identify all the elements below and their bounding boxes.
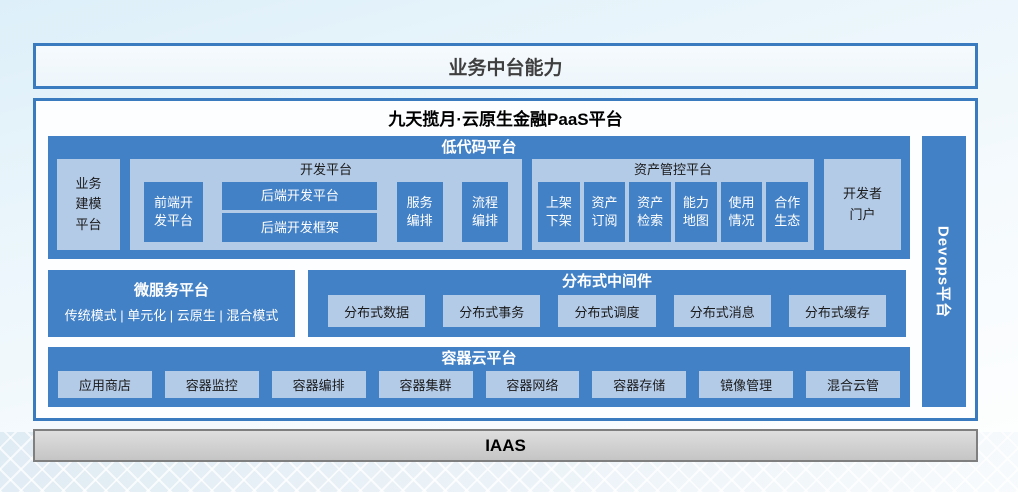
asset-control-panel: 资产管控平台 上架 下架 资产 订阅 资产 检索 能力 地图 使用 情况 合作 … [532,159,814,250]
container-chip-storage: 容器存储 [592,371,686,398]
middleware-row: 分布式数据 分布式事务 分布式调度 分布式消息 分布式缓存 [328,295,886,327]
iaas-label: IAAS [485,436,526,456]
section-microservice-platform: 微服务平台 传统模式 | 单元化 | 云原生 | 混合模式 [48,270,295,337]
middleware-chip-cache: 分布式缓存 [789,295,886,327]
dev-platform-panel: 开发平台 前端开 发平台 后端开发平台 后端开发框架 服务 编排 流程 编排 [130,159,522,250]
lowcode-platform-title: 低代码平台 [48,136,910,157]
section-lowcode-platform: 低代码平台 业务 建模 平台 开发平台 前端开 发平台 后端开发平台 后端开发框… [48,136,910,259]
banner-label: 业务中台能力 [448,53,562,80]
page: 业务中台能力 九天揽月·云原生金融PaaS平台 低代码平台 业务 建模 平台 开… [0,0,1018,492]
asset-cell-subscribe: 资产 订阅 [584,182,626,242]
dev-platform-row: 前端开 发平台 后端开发平台 后端开发框架 服务 编排 流程 编排 [144,182,508,242]
developer-portal-cell: 开发者 门户 [824,159,901,250]
asset-control-row: 上架 下架 资产 订阅 资产 检索 能力 地图 使用 情况 合作 生态 [538,182,808,242]
asset-cell-capability-map: 能力 地图 [675,182,717,242]
frontend-dev-platform-cell: 前端开 发平台 [144,182,203,242]
container-chip-image-mgmt: 镜像管理 [699,371,793,398]
container-cloud-row: 应用商店 容器监控 容器编排 容器集群 容器网络 容器存储 镜像管理 混合云管 [58,371,900,398]
container-cloud-title: 容器云平台 [48,347,910,368]
container-chip-cluster: 容器集群 [379,371,473,398]
asset-control-title: 资产管控平台 [532,159,814,178]
container-chip-app-store: 应用商店 [58,371,152,398]
middleware-chip-data: 分布式数据 [328,295,425,327]
platform-title: 九天揽月·云原生金融PaaS平台 [36,105,975,130]
asset-cell-onshelf: 上架 下架 [538,182,580,242]
middleware-chip-transaction: 分布式事务 [443,295,540,327]
service-orchestration-cell: 服务 编排 [397,182,443,242]
backend-dev-platform-cell: 后端开发平台 [222,182,377,211]
middleware-title: 分布式中间件 [308,270,906,291]
microservice-title: 微服务平台 [134,283,209,300]
asset-cell-usage: 使用 情况 [721,182,763,242]
backend-dev-stack: 后端开发平台 后端开发框架 [222,182,377,242]
devops-platform-bar: Devops平台 [922,136,966,407]
middleware-chip-scheduling: 分布式调度 [558,295,655,327]
container-chip-network: 容器网络 [486,371,580,398]
microservice-modes: 传统模式 | 单元化 | 云原生 | 混合模式 [65,305,279,324]
lowcode-row: 业务 建模 平台 开发平台 前端开 发平台 后端开发平台 后端开发框架 服务 编… [48,157,910,259]
section-container-cloud: 容器云平台 应用商店 容器监控 容器编排 容器集群 容器网络 容器存储 镜像管理… [48,347,910,407]
backend-dev-framework-cell: 后端开发框架 [222,213,377,242]
paas-platform-panel: 九天揽月·云原生金融PaaS平台 低代码平台 业务 建模 平台 开发平台 前端开… [33,98,978,421]
business-modeling-platform-cell: 业务 建模 平台 [57,159,120,250]
asset-cell-ecosystem: 合作 生态 [766,182,808,242]
asset-cell-search: 资产 检索 [629,182,671,242]
process-orchestration-cell: 流程 编排 [462,182,508,242]
devops-label: Devops平台 [934,225,955,317]
section-distributed-middleware: 分布式中间件 分布式数据 分布式事务 分布式调度 分布式消息 分布式缓存 [308,270,906,337]
container-chip-monitoring: 容器监控 [165,371,259,398]
container-chip-orchestration: 容器编排 [272,371,366,398]
business-midplatform-banner: 业务中台能力 [33,43,978,89]
middleware-chip-messaging: 分布式消息 [674,295,771,327]
container-chip-hybrid-cloud: 混合云管 [806,371,900,398]
dev-platform-title: 开发平台 [130,159,522,178]
iaas-bar: IAAS [33,429,978,462]
